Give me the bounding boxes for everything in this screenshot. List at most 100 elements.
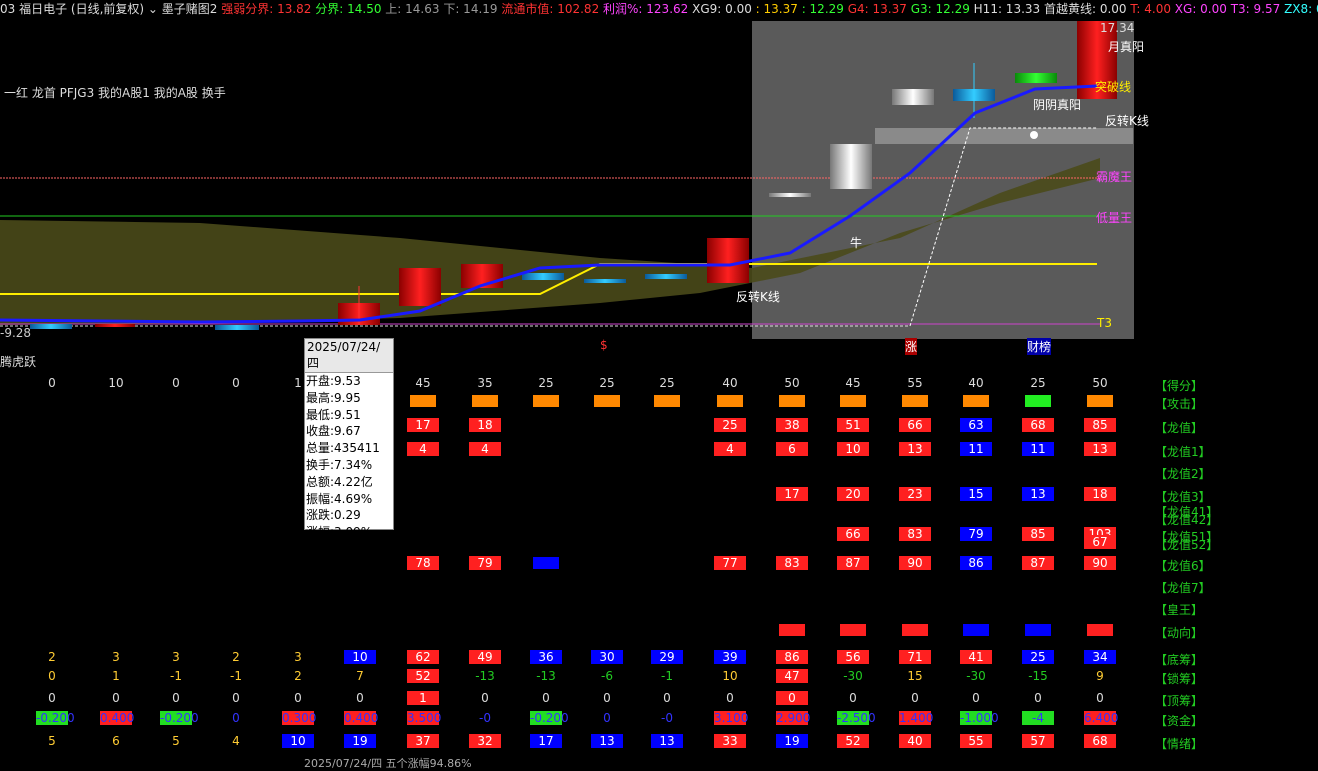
tooltip-line: 最低:9.51 — [306, 407, 361, 422]
candle — [95, 324, 135, 327]
indicator-cell: 0 — [112, 691, 120, 705]
indicator-cell: -0.200 — [160, 711, 199, 725]
indicator-panel: 腾虎跃 2025/07/24/四 五个涨幅94.86% 【得分】 【攻击】 【龙值】… — [0, 353, 1318, 770]
indicator-cell: 41 — [960, 650, 992, 664]
indicator-cell: 40 — [722, 376, 738, 390]
indicator-box — [594, 395, 620, 407]
row-label: 【资金】 — [1155, 714, 1204, 728]
tooltip-line: 最高:9.95 — [306, 390, 361, 405]
row-label: 【情绪】 — [1155, 737, 1204, 751]
indicator-cell: 55 — [907, 376, 923, 390]
indicator-cell: 17 — [776, 487, 808, 501]
indicator-cell: 6 — [776, 442, 808, 456]
candle — [584, 279, 626, 283]
indicator-value: G4: 13.37 — [847, 2, 911, 16]
indicator-box — [717, 395, 743, 407]
candle — [522, 273, 564, 280]
indicator-cell: 36 — [530, 650, 562, 664]
indicator-cell: 10 — [108, 376, 124, 390]
indicator-cell: 0 — [726, 691, 734, 705]
indicator-value: H11: 13.33 — [973, 2, 1044, 16]
indicator-box — [840, 624, 866, 636]
indicator-cell: -1 — [170, 669, 182, 683]
indicator-cell: 13 — [899, 442, 931, 456]
indicator-cell: -1 — [661, 669, 673, 683]
indicator-cell: 0 — [972, 691, 980, 705]
candle — [215, 325, 259, 330]
annotation-fanzhuan-1: 反转K线 — [1105, 114, 1149, 128]
indicator-cell: 38 — [776, 418, 808, 432]
indicator-cell: 52 — [837, 734, 869, 748]
row-label: 【龙值42】 — [1155, 513, 1219, 527]
row-label: 【皇王】 — [1155, 603, 1204, 617]
annotation-bamowang: 霸魔王 — [1096, 170, 1133, 184]
indicator-cell: 25 — [1022, 650, 1054, 664]
indicator-cell: 83 — [899, 527, 931, 541]
indicator-value: XG9: 0.00 — [692, 2, 756, 16]
indicator-cell: 39 — [714, 650, 746, 664]
indicator-cell: -15 — [1028, 669, 1048, 683]
row-label: 【动向】 — [1155, 626, 1204, 640]
indicator-cell: -2.500 — [837, 711, 876, 725]
indicator-cell: 0 — [232, 691, 240, 705]
price-tooltip: 2025/07/24/四 开盘:9.53 最高:9.95 最低:9.51 收盘:9.6… — [304, 338, 394, 539]
indicator-cell: 17 — [530, 734, 562, 748]
indicator-cell: 0 — [542, 691, 550, 705]
indicator-cell: 3 — [112, 650, 120, 664]
indicator-value: 利润%: 123.62 — [603, 2, 693, 16]
indicator-cell: 13 — [591, 734, 623, 748]
tooltip-line: 收盘:9.67 — [306, 424, 361, 439]
row-label: 【底筹】 — [1155, 653, 1204, 667]
row-label: 【锁筹】 — [1155, 672, 1204, 686]
indicator-cell: 79 — [469, 556, 501, 570]
row-label: 【得分】 — [1155, 379, 1204, 393]
indicator-cell: 51 — [837, 418, 869, 432]
indicator-cell: 0 — [172, 376, 180, 390]
indicator-box — [963, 395, 989, 407]
annotation-t3: T3 — [1097, 316, 1112, 330]
indicator-cell: 29 — [651, 650, 683, 664]
indicator-box — [1025, 395, 1051, 407]
annotation-yuezhenyang: 月真阳 — [1108, 40, 1145, 54]
price-high-label: 17.34 — [1100, 21, 1135, 35]
price-chart[interactable]: 一红 龙首 PFJG3 我的A股1 我的A股 换手 -9.28 17.34 月真… — [0, 18, 1318, 355]
indicator-cell: 45 — [415, 376, 431, 390]
indicator-cell: -0.200 — [530, 711, 569, 725]
tooltip-line: 总量:435411 — [306, 441, 380, 456]
indicator-cell: 0 — [663, 691, 671, 705]
candle — [1015, 73, 1057, 83]
indicator-box — [654, 395, 680, 407]
indicator-value: 上: 14.63 — [385, 2, 444, 16]
indicator-cell: 1.400 — [899, 711, 934, 725]
indicator-cell: -1 — [230, 669, 242, 683]
indicator-cell: 3 — [294, 650, 302, 664]
indicator-cell: 4 — [232, 734, 240, 748]
annotation-fanzhuan-2: 反转K线 — [736, 290, 780, 304]
indicator-box — [963, 624, 989, 636]
indicator-cell: 25 — [599, 376, 615, 390]
indicator-box — [1087, 624, 1113, 636]
indicator-cell: 50 — [1092, 376, 1108, 390]
annotation-dishiwang: 低量王 — [1096, 211, 1133, 225]
indicator-cell: 34 — [1084, 650, 1116, 664]
indicator-cell: 56 — [837, 650, 869, 664]
indicator-cell: 17 — [407, 418, 439, 432]
indicator-cell: 11 — [960, 442, 992, 456]
indicator-cell: 0 — [48, 376, 56, 390]
candle — [399, 268, 441, 306]
tooltip-line: 总额:4.22亿 — [306, 474, 373, 489]
indicator-cell: 40 — [899, 734, 931, 748]
indicator-box — [533, 557, 559, 569]
indicator-value: T: 4.00 — [1130, 2, 1175, 16]
indicator-cell: 63 — [960, 418, 992, 432]
indicator-cell: 66 — [899, 418, 931, 432]
annotation-yinzhenyang: 阴阴真阳 — [1033, 98, 1082, 112]
indicator-cell: 0 — [356, 691, 364, 705]
candlestick-chart-svg — [0, 21, 1134, 339]
indicator-cell: 0 — [776, 691, 808, 705]
row-label: 【龙值2】 — [1155, 467, 1211, 481]
indicator-cell: 0 — [48, 669, 56, 683]
indicator-cell: 40 — [968, 376, 984, 390]
indicator-value: : 13.37 — [755, 2, 802, 16]
indicator-cell: 45 — [845, 376, 861, 390]
